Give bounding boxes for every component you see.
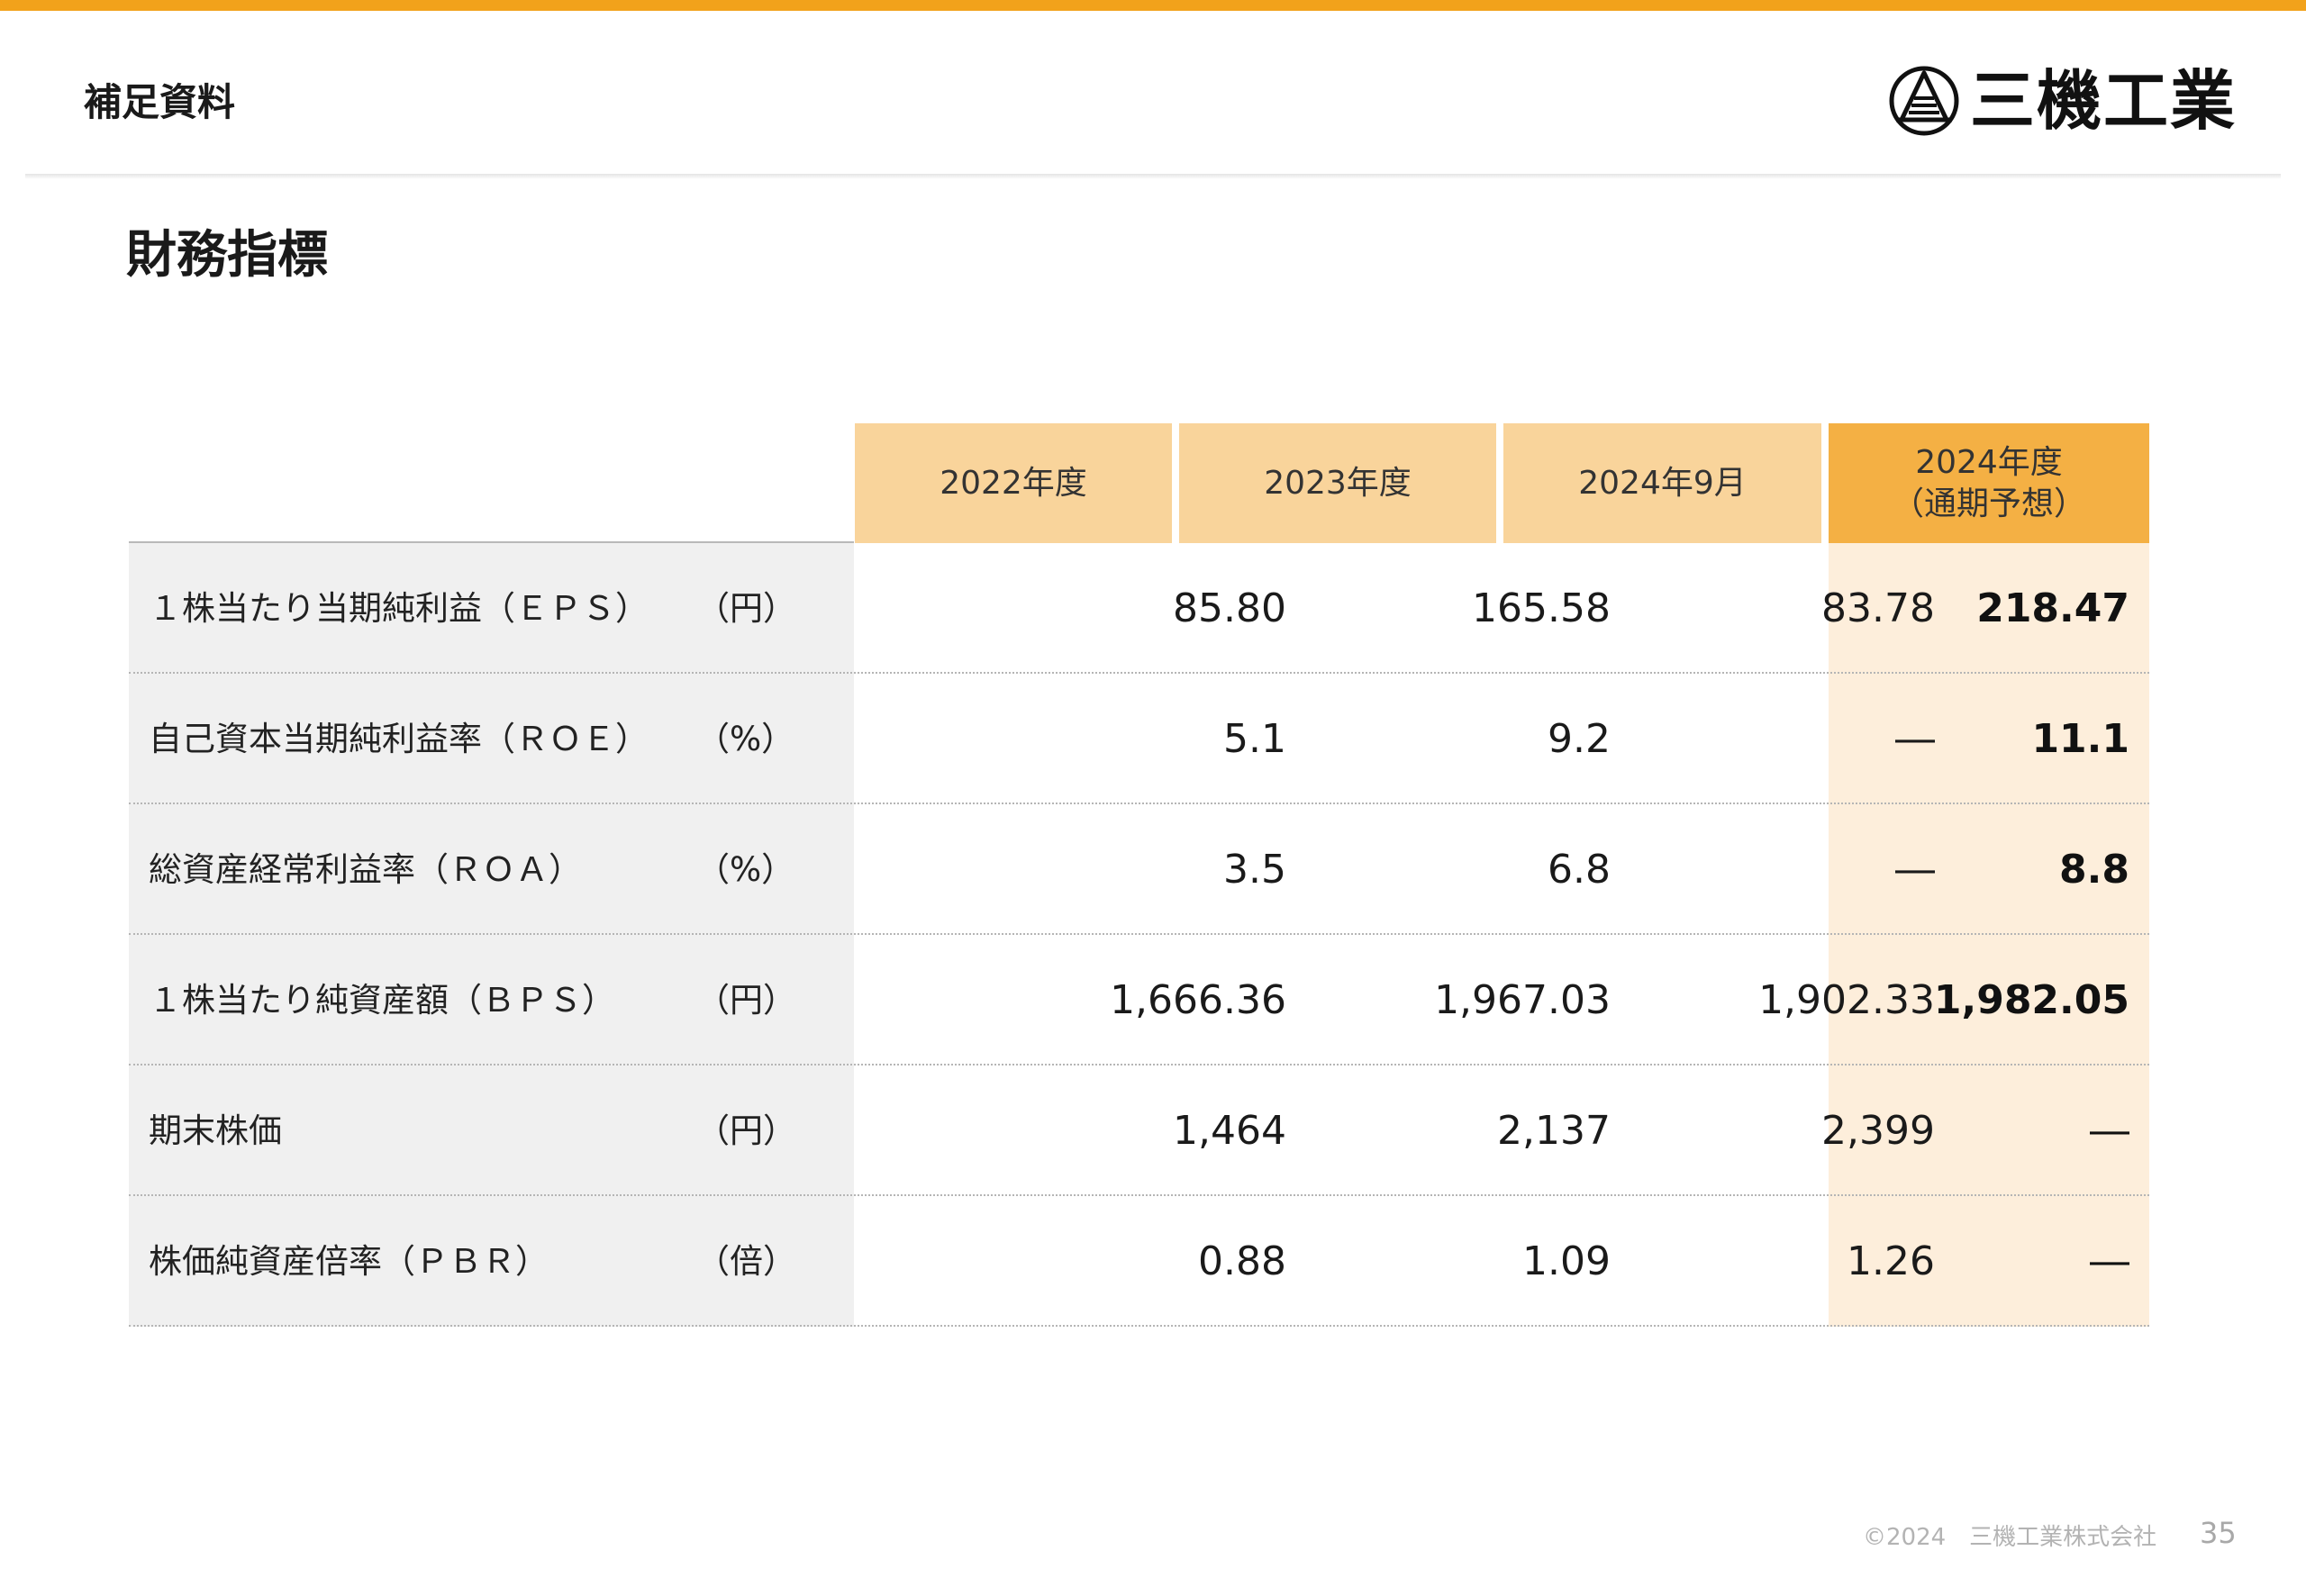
table-row-bps: １株当たり純資産額（ＢＰＳ） （円） 1,666.36 1,967.03 1,9…	[129, 935, 2149, 1066]
forecast-cell-value: 8.8	[2059, 847, 2129, 893]
cell-value: 83.78	[1821, 585, 1935, 631]
footer-copyright: ©2024 三機工業株式会社	[1863, 1524, 2157, 1551]
cell-value: 2,137	[1497, 1108, 1611, 1154]
cell-value: 2,399	[1821, 1108, 1935, 1154]
cell-value: 1,666.36	[1110, 977, 1286, 1023]
row-label: １株当たり当期純利益（ＥＰＳ）	[149, 589, 649, 628]
cell-value: 1.09	[1522, 1238, 1611, 1284]
cell-value: 85.80	[1173, 585, 1286, 631]
cell-value: 6.8	[1548, 847, 1611, 893]
row-divider	[129, 1325, 2149, 1327]
column-header-2023: 2023年度	[1179, 423, 1496, 543]
column-header-label: 2024年度	[1915, 443, 2063, 481]
cell-value: 1,464	[1173, 1108, 1286, 1154]
cell-value: 1.26	[1847, 1238, 1935, 1284]
column-header-2024-sep: 2024年9月	[1503, 423, 1821, 543]
cell-value: ―	[1895, 847, 1935, 893]
row-label: 株価純資産倍率（ＰＢＲ）	[149, 1242, 549, 1281]
table-row-roe: 自己資本当期純利益率（ＲＯＥ） （%） 5.1 9.2 ― 11.1	[129, 674, 2149, 804]
row-label: 自己資本当期純利益率（ＲＯＥ）	[149, 720, 649, 758]
table-header-row: 2022年度 2023年度 2024年9月 2024年度 （通期予想）	[129, 423, 2149, 545]
sanki-logo-icon	[1889, 66, 1959, 136]
forecast-cell-value: ―	[2090, 1108, 2129, 1154]
forecast-cell-value: 1,982.05	[1933, 977, 2129, 1023]
column-header-label: 2023年度	[1264, 464, 1412, 502]
page-title: 財務指標	[126, 226, 328, 285]
cell-value: 1,902.33	[1758, 977, 1935, 1023]
company-logo: 三機工業	[1887, 61, 2237, 141]
table-row-pbr: 株価純資産倍率（ＰＢＲ） （倍） 0.88 1.09 1.26 ―	[129, 1196, 2149, 1327]
cell-value: 3.5	[1223, 847, 1286, 893]
column-header-2024-forecast: 2024年度 （通期予想）	[1829, 423, 2149, 543]
row-unit: （%）	[696, 850, 795, 889]
column-header-label: 2022年度	[940, 464, 1087, 502]
row-label: １株当たり純資産額（ＢＰＳ）	[149, 981, 615, 1020]
table-row-stock-price: 期末株価 （円） 1,464 2,137 2,399 ―	[129, 1066, 2149, 1196]
page-number: 35	[2200, 1516, 2237, 1550]
section-label: 補足資料	[84, 80, 236, 124]
cell-value: 165.58	[1472, 585, 1611, 631]
column-header-sublabel: （通期予想）	[1891, 485, 2086, 522]
table-row-eps: １株当たり当期純利益（ＥＰＳ） （円） 85.80 165.58 83.78 2…	[129, 543, 2149, 674]
row-label: 総資産経常利益率（ＲＯＡ）	[149, 850, 582, 889]
forecast-cell-value: ―	[2090, 1238, 2129, 1284]
cell-value: 5.1	[1223, 716, 1286, 762]
row-unit: （倍）	[696, 1242, 796, 1281]
cell-value: 0.88	[1198, 1238, 1286, 1284]
row-unit: （円）	[696, 1111, 796, 1150]
row-unit: （円）	[696, 981, 796, 1020]
forecast-cell-value: 11.1	[2031, 716, 2129, 762]
forecast-cell-value: 218.47	[1976, 585, 2129, 631]
row-unit: （円）	[696, 589, 796, 628]
logo-text: 三機工業	[1970, 63, 2238, 139]
top-accent-bar	[0, 0, 2306, 11]
column-header-2022: 2022年度	[855, 423, 1172, 543]
header-divider	[25, 174, 2281, 179]
cell-value: 9.2	[1548, 716, 1611, 762]
column-header-label: 2024年9月	[1578, 464, 1747, 502]
cell-value: 1,967.03	[1434, 977, 1611, 1023]
table-row-roa: 総資産経常利益率（ＲＯＡ） （%） 3.5 6.8 ― 8.8	[129, 804, 2149, 935]
row-label: 期末株価	[149, 1111, 282, 1150]
cell-value: ―	[1895, 716, 1935, 762]
row-unit: （%）	[696, 720, 795, 758]
